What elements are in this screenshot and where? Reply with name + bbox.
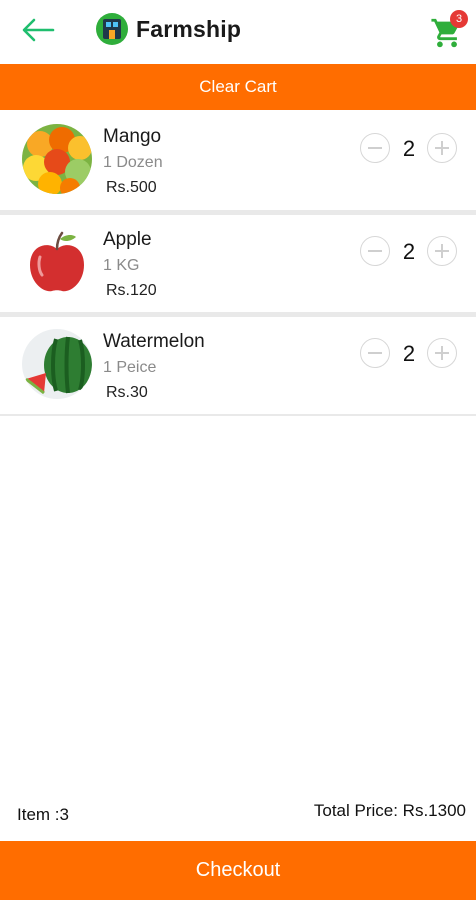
increase-qty-button[interactable]	[427, 133, 457, 163]
minus-icon	[368, 250, 382, 252]
decrease-qty-button[interactable]	[360, 133, 390, 163]
increase-qty-button[interactable]	[427, 338, 457, 368]
minus-icon	[368, 147, 382, 149]
checkout-button[interactable]: Checkout	[0, 841, 476, 900]
item-quantity: 2	[402, 136, 416, 161]
cart-count-badge: 3	[450, 10, 468, 28]
arrow-left-icon	[22, 18, 55, 42]
mango-image	[22, 124, 92, 194]
item-name: Apple	[103, 229, 152, 250]
decrease-qty-button[interactable]	[360, 236, 390, 266]
app-title: Farmship	[136, 16, 242, 42]
item-count: Item :3	[17, 805, 69, 824]
total-price: Total Price: Rs.1300	[313, 801, 466, 820]
item-price: Rs.500	[106, 179, 157, 196]
item-unit: 1 KG	[103, 257, 140, 274]
item-price: Rs.120	[106, 282, 157, 299]
apple-image	[22, 227, 92, 297]
cart-summary: Item :3 Total Price: Rs.1300	[0, 795, 476, 835]
clear-cart-button[interactable]: Clear Cart	[0, 64, 476, 110]
item-divider	[0, 414, 476, 416]
cart-item: Mango 1 Dozen Rs.500 2	[0, 112, 476, 210]
item-unit: 1 Dozen	[103, 154, 163, 171]
item-name: Watermelon	[103, 331, 205, 352]
item-name: Mango	[103, 126, 162, 147]
increase-qty-button[interactable]	[427, 236, 457, 266]
farmship-logo-icon	[96, 13, 128, 45]
item-quantity: 2	[402, 341, 416, 366]
item-price: Rs.30	[106, 384, 148, 401]
item-quantity: 2	[402, 239, 416, 264]
app-header: Farmship 3	[0, 0, 476, 62]
cart-item: Watermelon 1 Peice Rs.30 2	[0, 317, 476, 415]
back-button[interactable]	[18, 12, 58, 48]
minus-icon	[368, 352, 382, 354]
decrease-qty-button[interactable]	[360, 338, 390, 368]
watermelon-image	[22, 329, 92, 399]
cart-item: Apple 1 KG Rs.120 2	[0, 215, 476, 313]
item-unit: 1 Peice	[103, 359, 157, 376]
